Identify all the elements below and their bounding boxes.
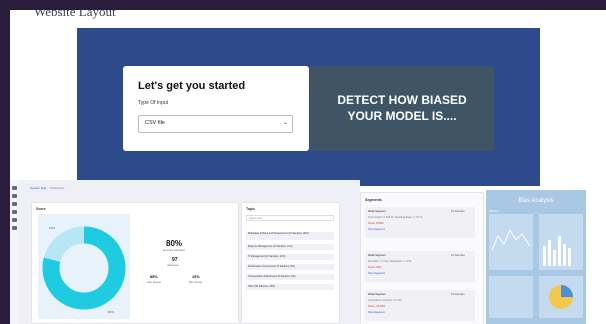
segment-detail: Grounded in Context <= 0.50: [368, 299, 402, 302]
stat1-label: User Answer: [147, 281, 162, 284]
slide-title: Website Layout: [34, 10, 116, 19]
stat2-value: 15%: [192, 275, 200, 279]
segment-card: Weak Segment 12 Samples Text Length >= 2…: [365, 207, 475, 238]
bias-analysis-preview: Bias Analysis Metrics: [486, 190, 586, 324]
bar-mark: [548, 240, 551, 266]
topics-search-placeholder: Search topic: [249, 217, 263, 220]
tab-production[interactable]: Production: [50, 186, 64, 190]
segment-name: Weak Segment: [368, 293, 386, 296]
topics-panel: Topic Search topic Workplace Policies An…: [241, 202, 340, 324]
accuracy-label: accuracy estimated: [163, 249, 185, 252]
topic-item[interactable]: Performance Improvement (6 Samples, 8%): [246, 264, 334, 270]
segment-samples: 16 Samples: [451, 254, 465, 257]
bar-mark: [563, 244, 566, 266]
accuracy-value: 80%: [166, 239, 183, 248]
donut-label-bottom: 81%: [108, 310, 115, 314]
chart-icon[interactable]: [12, 194, 17, 198]
card-title: Let's get you started: [138, 80, 246, 92]
view-segment-link[interactable]: View Segment: [368, 272, 385, 275]
topic-item[interactable]: Expense Management (11 Samples, 11%): [246, 244, 334, 250]
segment-name: Weak Segment: [368, 254, 386, 257]
count-value: 97: [172, 257, 178, 263]
topic-item[interactable]: Compensation Adjustments (6 Samples, 6%): [246, 274, 334, 280]
tagline-panel: DETECT HOW BIASED YOUR MODEL IS....: [310, 66, 494, 151]
input-type-label: Type Of Input: [138, 100, 169, 106]
home-icon[interactable]: [12, 186, 17, 190]
score-title: Score: [36, 207, 46, 211]
topics-search-input[interactable]: Search topic: [246, 215, 334, 221]
segments-panel: Segments Weak Segment 12 Samples Text Le…: [360, 192, 484, 324]
segment-card: Weak Segment 16 Samples Formality <= 0.9…: [365, 251, 475, 282]
topic-item[interactable]: IT Management (11 Samples, 11%): [246, 254, 334, 260]
topic-item[interactable]: Other (50 Samples, 46%): [246, 284, 334, 290]
settings-icon[interactable]: [12, 202, 17, 206]
segment-score: Score: 13.00%: [368, 305, 386, 308]
segment-detail: Formality <= 0.91, Relevance <= 0.91: [368, 260, 412, 263]
segment-samples: 16 Samples: [451, 293, 465, 296]
segment-card: Weak Segment 16 Samples Grounded in Cont…: [365, 290, 475, 321]
bar-mark: [568, 248, 571, 266]
segment-samples: 12 Samples: [451, 210, 465, 213]
get-started-card: Let's get you started Type Of Input CSV …: [123, 66, 309, 151]
tagline-line-1: DETECT HOW BIASED: [337, 93, 467, 107]
score-panel: Score 21% 81% 80% accuracy estimated 97 …: [31, 202, 239, 324]
tagline-line-2: YOUR MODEL IS....: [347, 109, 457, 123]
stat2-label: Ref. Answer: [189, 281, 203, 284]
hero-banner: Let's get you started Type Of Input CSV …: [77, 28, 540, 186]
view-segment-link[interactable]: View Segment: [368, 228, 385, 231]
bar-mark: [543, 246, 546, 266]
user-icon[interactable]: [12, 226, 17, 230]
topics-title: Topic: [246, 207, 256, 211]
segment-score: Score: 10%: [368, 266, 382, 269]
bias-charts: [489, 214, 583, 318]
segment-detail: Text Length >= 240.10, Reading Ease <= 7…: [368, 216, 423, 219]
segments-title: Segments: [365, 198, 382, 202]
tab-system-bias[interactable]: System bias: [30, 186, 46, 190]
topic-item[interactable]: Workplace Policies And Development (10 S…: [246, 232, 334, 240]
bar-mark: [553, 250, 556, 266]
count-label: references: [167, 264, 179, 267]
input-type-value: CSV file: [145, 120, 165, 126]
side-nav: [10, 180, 19, 324]
segment-score: Score: 8.00%: [368, 222, 384, 225]
donut-chart-area: 21% 81%: [38, 214, 130, 319]
slide: Website Layout Let's get you started Typ…: [10, 10, 606, 324]
chevron-down-icon: ⌄: [282, 120, 288, 126]
input-type-select[interactable]: CSV file ⌄: [138, 115, 293, 133]
segment-name: Weak Segment: [368, 210, 386, 213]
bar-mark: [558, 236, 561, 266]
stat1-value: 85%: [150, 275, 158, 279]
dashboard-preview: System bias Production Score 21% 81% 80%…: [10, 180, 360, 324]
upload-icon[interactable]: [12, 210, 17, 214]
donut-label-left: 21%: [49, 226, 56, 230]
folder-icon[interactable]: [12, 218, 17, 222]
chart-card: [489, 276, 533, 318]
view-segment-link[interactable]: View Segment: [368, 311, 385, 314]
